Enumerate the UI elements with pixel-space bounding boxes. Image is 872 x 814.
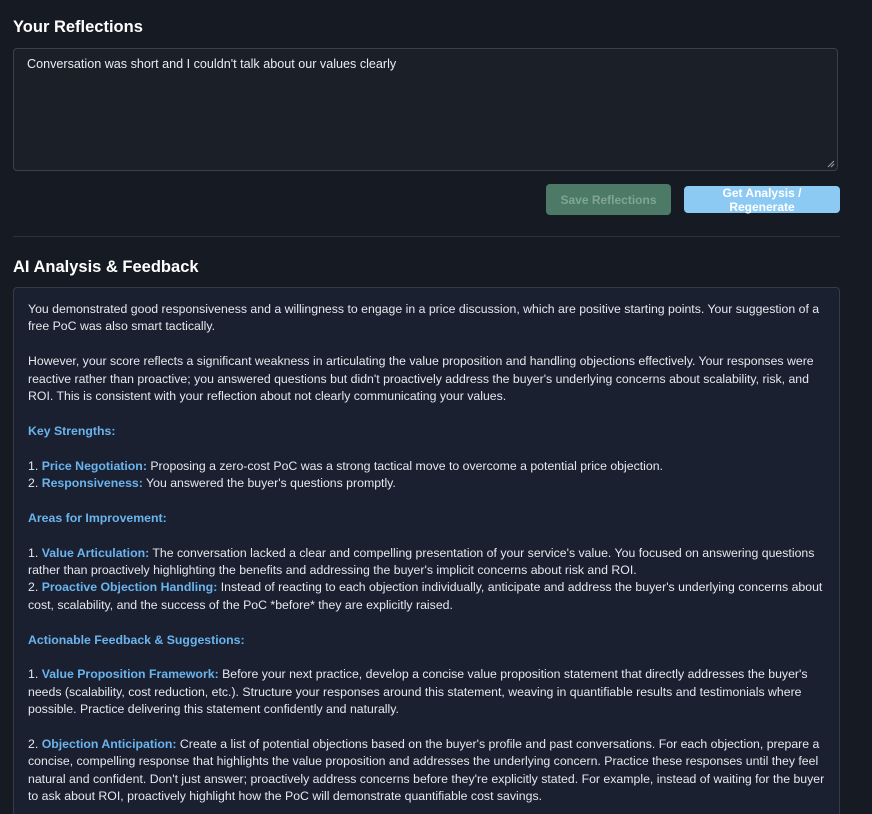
list-item: 2. Proactive Objection Handling: Instead…	[28, 579, 825, 614]
reflections-textarea[interactable]: Conversation was short and I couldn't ta…	[13, 48, 838, 171]
reflections-title: Your Reflections	[13, 18, 143, 36]
analysis-title: AI Analysis & Feedback	[13, 258, 199, 276]
list-number: 2.	[28, 476, 42, 491]
page: Your Reflections Conversation was short …	[0, 0, 872, 814]
suggestions-heading: Actionable Feedback & Suggestions:	[28, 632, 245, 647]
list-label: Value Articulation:	[41, 545, 150, 560]
section-divider	[13, 236, 840, 237]
list-item: 2. Responsiveness: You answered the buye…	[28, 475, 825, 492]
list-label: Objection Anticipation:	[41, 737, 177, 752]
list-text: Proposing a zero-cost PoC was a strong t…	[146, 458, 663, 473]
list-item: 1. Value Articulation: The conversation …	[28, 545, 825, 580]
list-number: 2.	[28, 580, 42, 595]
list-number: 1.	[28, 667, 42, 682]
list-label: Value Proposition Framework:	[41, 667, 219, 682]
list-item: 1. Value Proposition Framework: Before y…	[28, 666, 825, 718]
list-text: You answered the buyer's questions promp…	[142, 476, 396, 491]
analysis-content: You demonstrated good responsiveness and…	[13, 287, 840, 814]
list-item: 2. Objection Anticipation: Create a list…	[28, 736, 825, 806]
reflections-text: Conversation was short and I couldn't ta…	[27, 57, 397, 71]
save-reflections-button[interactable]: Save Reflections	[546, 184, 671, 215]
list-label: Price Negotiation:	[41, 458, 147, 473]
list-label: Responsiveness:	[41, 476, 143, 491]
resize-handle-icon[interactable]	[827, 160, 835, 168]
analysis-paragraph: However, your score reflects a significa…	[28, 354, 814, 404]
list-number: 1.	[28, 545, 42, 560]
list-label: Proactive Objection Handling:	[41, 580, 218, 595]
strengths-heading: Key Strengths:	[28, 423, 116, 438]
list-item: 1. Price Negotiation: Proposing a zero-c…	[28, 458, 825, 475]
improvement-heading: Areas for Improvement:	[28, 510, 167, 525]
list-number: 2.	[28, 737, 42, 752]
get-analysis-button[interactable]: Get Analysis / Regenerate	[684, 186, 840, 214]
analysis-paragraph: You demonstrated good responsiveness and…	[28, 302, 820, 334]
list-number: 1.	[28, 458, 42, 473]
